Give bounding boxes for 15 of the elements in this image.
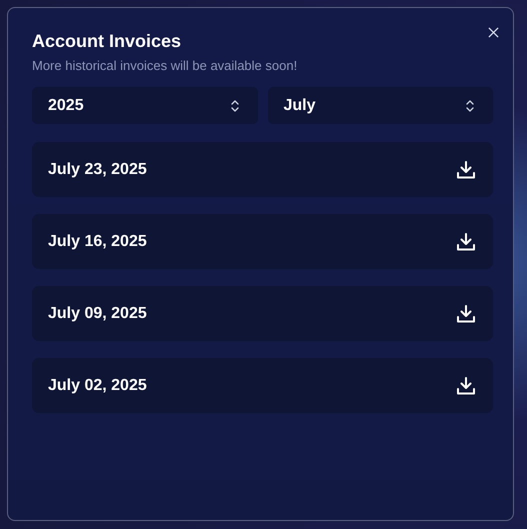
download-icon[interactable] (456, 304, 476, 324)
download-icon[interactable] (456, 232, 476, 252)
invoice-date: July 23, 2025 (48, 160, 147, 178)
select-dropdown[interactable]: 2025 (32, 87, 258, 124)
select-dropdown[interactable]: July (268, 87, 493, 124)
close-icon[interactable] (488, 27, 499, 38)
invoice-date: July 02, 2025 (48, 376, 147, 394)
dialog-subtitle: More historical invoices will be available soon! (32, 58, 298, 74)
download-icon[interactable] (456, 160, 476, 180)
up-down-chevron-icon (465, 98, 475, 112)
download-icon[interactable] (456, 376, 476, 396)
dialog-title: Account Invoices (32, 30, 182, 52)
invoice-date: July 09, 2025 (48, 304, 147, 322)
up-down-chevron-icon (230, 98, 240, 112)
invoice-date: July 16, 2025 (48, 232, 147, 250)
